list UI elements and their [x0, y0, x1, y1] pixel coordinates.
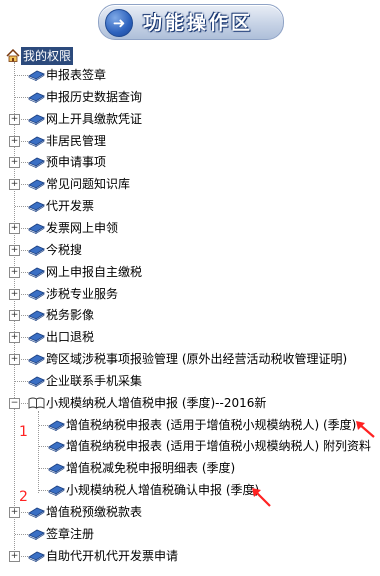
book-icon: [28, 157, 45, 168]
book-icon: [28, 136, 45, 147]
tree-item-label: 签章注册: [46, 527, 95, 541]
tree-item[interactable]: + 发票网上申领: [0, 219, 380, 237]
tree-item-label: 网上申报自主缴税: [46, 265, 143, 279]
tree-item-label: 跨区域涉税事项报验管理 (原外出经营活动税收管理证明): [46, 352, 348, 366]
book-icon: [28, 507, 45, 518]
tree-connector-line: [15, 381, 28, 382]
collapse-toggle[interactable]: −: [9, 398, 20, 409]
tree-item-label: 税务影像: [46, 308, 95, 322]
tree-item-label: 常见问题知识库: [46, 177, 131, 191]
expand-toggle[interactable]: +: [9, 179, 20, 190]
tree-item-label: 涉税专业服务: [46, 287, 119, 301]
expand-toggle[interactable]: +: [9, 157, 20, 168]
tree-item-label: 今税搜: [46, 243, 83, 257]
book-icon: [28, 245, 45, 256]
tree-item[interactable]: + 网上申报自主缴税: [0, 263, 380, 281]
tree-item[interactable]: + 税务影像: [0, 306, 380, 324]
expand-toggle[interactable]: +: [9, 223, 20, 234]
tree-item[interactable]: + 跨区域涉税事项报验管理 (原外出经营活动税收管理证明): [0, 350, 380, 368]
book-icon: [28, 267, 45, 278]
book-icon: [28, 332, 45, 343]
tree-item[interactable]: − 小规模纳税人增值税申报 (季度)--2016新: [0, 394, 380, 412]
tree-root-label: 我的权限: [21, 47, 74, 65]
expand-toggle[interactable]: +: [9, 551, 20, 562]
tree-item-label: 预申请事项: [46, 155, 107, 169]
tree-item-label: 代开发票: [46, 199, 95, 213]
tree-item[interactable]: + 非居民管理: [0, 132, 380, 150]
tree-item[interactable]: + 今税搜: [0, 241, 380, 259]
expand-toggle[interactable]: +: [9, 136, 20, 147]
tree-connector-line: [15, 97, 28, 98]
expand-toggle[interactable]: +: [9, 114, 20, 125]
annotation-arrow-1: [356, 421, 375, 438]
tree-item-label: 非居民管理: [46, 134, 107, 148]
book-icon: [28, 70, 45, 81]
tree-item[interactable]: + 增值税预缴税款表: [0, 503, 380, 521]
tree-item-label: 申报表签章: [46, 68, 107, 82]
tree-connector-line: [39, 490, 48, 491]
tree-subitem[interactable]: 小规模纳税人增值税确认申报 (季度): [0, 481, 380, 499]
tree-subitem-label: 增值税减免税申报明细表 (季度): [66, 461, 236, 475]
tree-item[interactable]: 签章注册: [0, 525, 380, 543]
tree-connector-line: [39, 468, 48, 469]
tree-item[interactable]: + 出口退税: [0, 328, 380, 346]
tree-item[interactable]: + 自助代开机代开发票申请: [0, 547, 380, 565]
tree-subitem-label: 增值税纳税申报表 (适用于增值税小规模纳税人) 附列资料: [66, 439, 371, 453]
book-icon: [28, 179, 45, 190]
expand-toggle[interactable]: +: [9, 267, 20, 278]
tree-item-label: 小规模纳税人增值税申报 (季度)--2016新: [46, 396, 267, 410]
expand-toggle[interactable]: +: [9, 332, 20, 343]
permission-tree: 我的权限 申报表签章 申报历史数据查询 + 网上开具缴款凭证 + 非居民管理 + 预申请事项 +…: [0, 0, 380, 576]
annotation-arrow-2: [252, 488, 271, 507]
expand-toggle[interactable]: +: [9, 245, 20, 256]
book-icon: [28, 114, 45, 125]
tree-item[interactable]: 申报表签章: [0, 66, 380, 84]
tree-item-label: 申报历史数据查询: [46, 90, 143, 104]
book-icon: [28, 223, 45, 234]
tree-item-label: 自助代开机代开发票申请: [46, 549, 179, 563]
tree-item[interactable]: + 涉税专业服务: [0, 285, 380, 303]
expand-toggle[interactable]: +: [9, 507, 20, 518]
book-icon: [28, 289, 45, 300]
tree-item-label: 企业联系手机采集: [46, 374, 143, 388]
tree-subitem-label: 小规模纳税人增值税确认申报 (季度): [66, 483, 260, 497]
book-icon: [28, 310, 45, 321]
book-icon: [48, 420, 65, 431]
tree-subitem[interactable]: 增值税纳税申报表 (适用于增值税小规模纳税人) 附列资料: [0, 437, 380, 455]
tree-item[interactable]: 代开发票: [0, 197, 380, 215]
tree-item[interactable]: + 常见问题知识库: [0, 175, 380, 193]
book-icon: [28, 354, 45, 365]
expand-toggle[interactable]: +: [9, 310, 20, 321]
tree-subitem[interactable]: 增值税纳税申报表 (适用于增值税小规模纳税人) (季度): [0, 416, 380, 434]
open-book-icon: [28, 397, 45, 409]
book-icon: [28, 529, 45, 540]
book-icon: [28, 376, 45, 387]
tree-connector-line: [15, 206, 28, 207]
expand-toggle[interactable]: +: [9, 289, 20, 300]
book-icon: [28, 201, 45, 212]
tree-item[interactable]: + 网上开具缴款凭证: [0, 110, 380, 128]
tree-subitem-label: 增值税纳税申报表 (适用于增值税小规模纳税人) (季度): [66, 418, 357, 432]
tree-connector-line: [39, 446, 48, 447]
tree-item[interactable]: 企业联系手机采集: [0, 372, 380, 390]
annotation-marker-2: 2: [19, 489, 28, 505]
book-icon: [48, 485, 65, 496]
tree-item-label: 发票网上申领: [46, 221, 119, 235]
tree-connector-line: [15, 534, 28, 535]
tree-item-label: 网上开具缴款凭证: [46, 112, 143, 126]
home-icon: [6, 49, 20, 62]
tree-connector-line: [39, 425, 48, 426]
book-icon: [28, 551, 45, 562]
tree-connector-line: [15, 75, 28, 76]
book-icon: [48, 441, 65, 452]
tree-subitem[interactable]: 增值税减免税申报明细表 (季度): [0, 459, 380, 477]
annotation-marker-1: 1: [19, 424, 28, 440]
expand-toggle[interactable]: +: [9, 354, 20, 365]
tree-item-label: 增值税预缴税款表: [46, 505, 143, 519]
book-icon: [28, 92, 45, 103]
book-icon: [48, 463, 65, 474]
tree-item[interactable]: 申报历史数据查询: [0, 88, 380, 106]
tree-item-label: 出口退税: [46, 330, 95, 344]
tree-item[interactable]: + 预申请事项: [0, 153, 380, 171]
